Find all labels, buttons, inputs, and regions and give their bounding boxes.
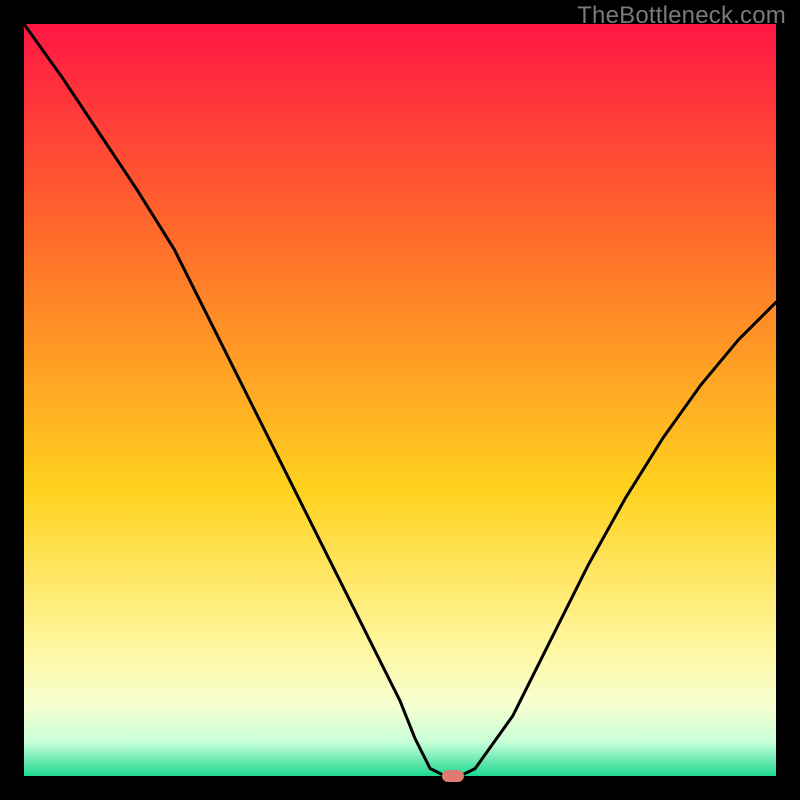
app-frame: TheBottleneck.com [0, 0, 800, 800]
watermark-text: TheBottleneck.com [577, 2, 786, 30]
bottleneck-chart [24, 24, 776, 776]
plot-area [24, 24, 776, 776]
optimal-point-marker [442, 770, 464, 782]
chart-background [24, 24, 776, 776]
